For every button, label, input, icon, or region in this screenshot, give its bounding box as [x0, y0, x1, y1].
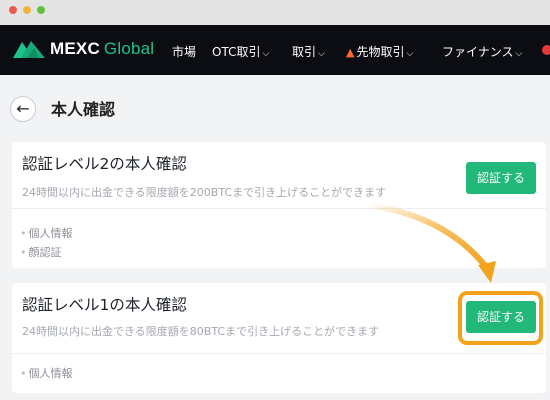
arrow-left-icon: ← [16, 99, 30, 118]
level1-description: 24時間以内に出金できる限度額を80BTCまで引き上げることができます [22, 325, 380, 338]
highlight-box [458, 291, 543, 345]
brand-name: MEXC [50, 39, 100, 58]
verification-level2-card: 認証レベル2の本人確認 24時間以内に出金できる限度額を200BTCまで引き上げ… [12, 142, 546, 268]
nav-item-futures[interactable]: ▲ 先物取引 ⌵ [346, 43, 413, 60]
mexc-logo-icon[interactable] [12, 38, 46, 60]
nav-item-otc[interactable]: OTC取引 ⌵ [212, 43, 269, 60]
chevron-down-icon: ⌵ [406, 49, 414, 59]
nav-label: OTC取引 [212, 45, 261, 59]
nav-edge-icon[interactable] [542, 45, 550, 55]
level2-description: 24時間以内に出金できる限度額を200BTCまで引き上げることができます [22, 186, 387, 199]
chevron-down-icon: ⌵ [515, 49, 523, 59]
back-button[interactable]: ← [10, 96, 36, 122]
level2-verify-button[interactable]: 認証する [466, 162, 536, 194]
brand-logo[interactable]: MEXC Global [50, 39, 154, 59]
window-maximize-dot[interactable] [37, 6, 45, 14]
nav-label: 市場 [172, 45, 197, 59]
nav-item-finance[interactable]: ファイナンス ⌵ [442, 43, 522, 60]
page-title: 本人確認 [51, 100, 116, 119]
window-minimize-dot[interactable] [23, 6, 31, 14]
chevron-down-icon: ⌵ [262, 49, 270, 59]
nav-item-market[interactable]: 市場 [172, 43, 196, 60]
card-divider [12, 353, 546, 354]
chevron-down-icon: ⌵ [318, 49, 325, 59]
level2-title: 認証レベル2の本人確認 [22, 155, 187, 173]
top-navbar: MEXC Global 市場 OTC取引 ⌵ 取引 ⌵ ▲ 先物取引 ⌵ ファイナンス ⌵ [0, 25, 550, 75]
brand-suffix: Global [103, 39, 155, 58]
browser-titlebar [0, 0, 550, 25]
level1-requirement-personal-info: 個人情報 [20, 365, 73, 381]
level2-requirement-personal-info: 個人情報 [20, 225, 73, 241]
nav-label: ファイナンス [442, 45, 514, 59]
nav-label: 取引 [292, 45, 317, 59]
level1-title: 認証レベル1の本人確認 [22, 296, 187, 314]
card-divider [12, 208, 546, 209]
nav-label: 先物取引 [356, 45, 405, 59]
fire-icon: ▲ [346, 46, 355, 59]
level2-requirement-face-auth: 顔認証 [20, 244, 62, 260]
page-header: ← 本人確認 [0, 75, 550, 135]
nav-item-trade[interactable]: 取引 ⌵ [292, 43, 325, 60]
window-close-dot[interactable] [9, 6, 17, 14]
page-content: ← 本人確認 認証レベル2の本人確認 24時間以内に出金できる限度額を200BT… [0, 75, 550, 400]
